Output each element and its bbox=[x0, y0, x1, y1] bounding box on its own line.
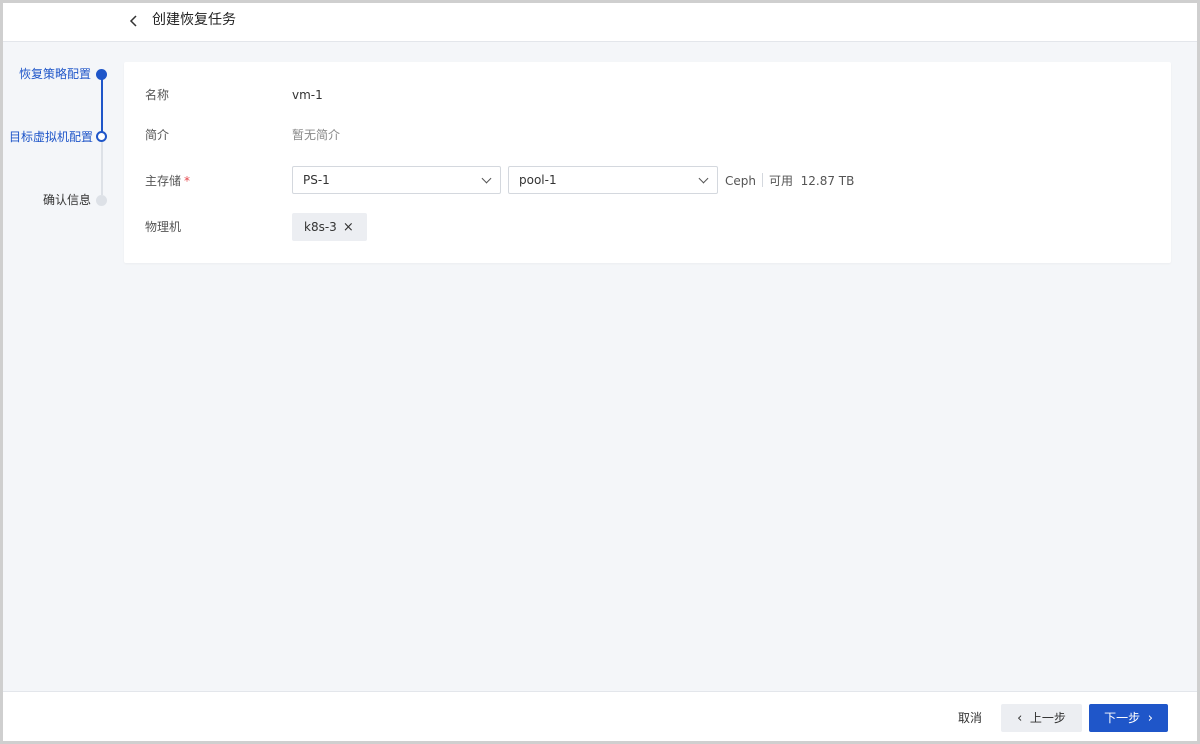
close-icon[interactable]: × bbox=[343, 220, 354, 235]
page-title: 创建恢复任务 bbox=[152, 12, 236, 28]
primary-storage-label: 主存储 * bbox=[145, 173, 190, 189]
step-dot-current bbox=[96, 131, 107, 142]
storage-capacity-info: Ceph 可用 12.87 TB bbox=[725, 173, 854, 189]
chevron-down-icon bbox=[698, 173, 709, 184]
host-tag: k8s-3 × bbox=[292, 213, 367, 241]
cancel-button[interactable]: 取消 bbox=[948, 704, 992, 732]
next-step-label: 下一步 bbox=[1104, 711, 1141, 725]
host-label: 物理机 bbox=[145, 220, 182, 234]
previous-step-button[interactable]: ‹ 上一步 bbox=[1001, 704, 1082, 732]
step-target-vm-config[interactable]: 目标虚拟机配置 bbox=[9, 129, 93, 145]
required-mark: * bbox=[184, 174, 191, 188]
chevron-down-icon bbox=[481, 173, 492, 184]
name-value: vm-1 bbox=[292, 88, 323, 102]
step-connector-done bbox=[101, 74, 103, 137]
available-capacity: 12.87 TB bbox=[800, 174, 855, 188]
chevron-left-icon: ‹ bbox=[1017, 711, 1023, 726]
chevron-left-icon bbox=[129, 15, 137, 27]
pool-select[interactable]: pool-1 bbox=[508, 166, 718, 194]
pool-select-value: pool-1 bbox=[519, 173, 557, 187]
step-confirm: 确认信息 bbox=[42, 193, 91, 207]
primary-storage-select-value: PS-1 bbox=[303, 173, 330, 187]
divider bbox=[761, 173, 763, 187]
host-tag-label: k8s-3 bbox=[304, 220, 337, 234]
next-step-button[interactable]: 下一步 › bbox=[1089, 704, 1168, 732]
primary-storage-select[interactable]: PS-1 bbox=[292, 166, 501, 194]
chevron-right-icon: › bbox=[1147, 711, 1153, 726]
step-connector-pending bbox=[101, 142, 103, 195]
step-dot-pending bbox=[96, 195, 107, 206]
page-header: 创建恢复任务 bbox=[3, 3, 1197, 42]
description-label: 简介 bbox=[145, 128, 170, 142]
description-value: 暂无简介 bbox=[292, 128, 341, 142]
previous-step-label: 上一步 bbox=[1029, 711, 1066, 725]
name-label: 名称 bbox=[145, 88, 170, 102]
storage-type: Ceph bbox=[725, 174, 756, 188]
back-button[interactable] bbox=[124, 11, 144, 31]
step-strategy-config[interactable]: 恢复策略配置 bbox=[19, 66, 91, 82]
available-label: 可用 bbox=[768, 174, 793, 188]
app-window: 创建恢复任务 恢复策略配置 目标虚拟机配置 确认信息 名称 vm-1 简介 暂无… bbox=[0, 0, 1200, 744]
footer-bar: 取消 ‹ 上一步 下一步 › bbox=[3, 691, 1197, 741]
step-dot-done bbox=[96, 69, 107, 80]
primary-storage-label-text: 主存储 bbox=[145, 174, 182, 188]
form-card: 名称 vm-1 简介 暂无简介 主存储 * PS-1 pool-1 Ceph 可用 … bbox=[124, 62, 1171, 263]
step-indicator: 恢复策略配置 目标虚拟机配置 确认信息 bbox=[3, 63, 123, 223]
